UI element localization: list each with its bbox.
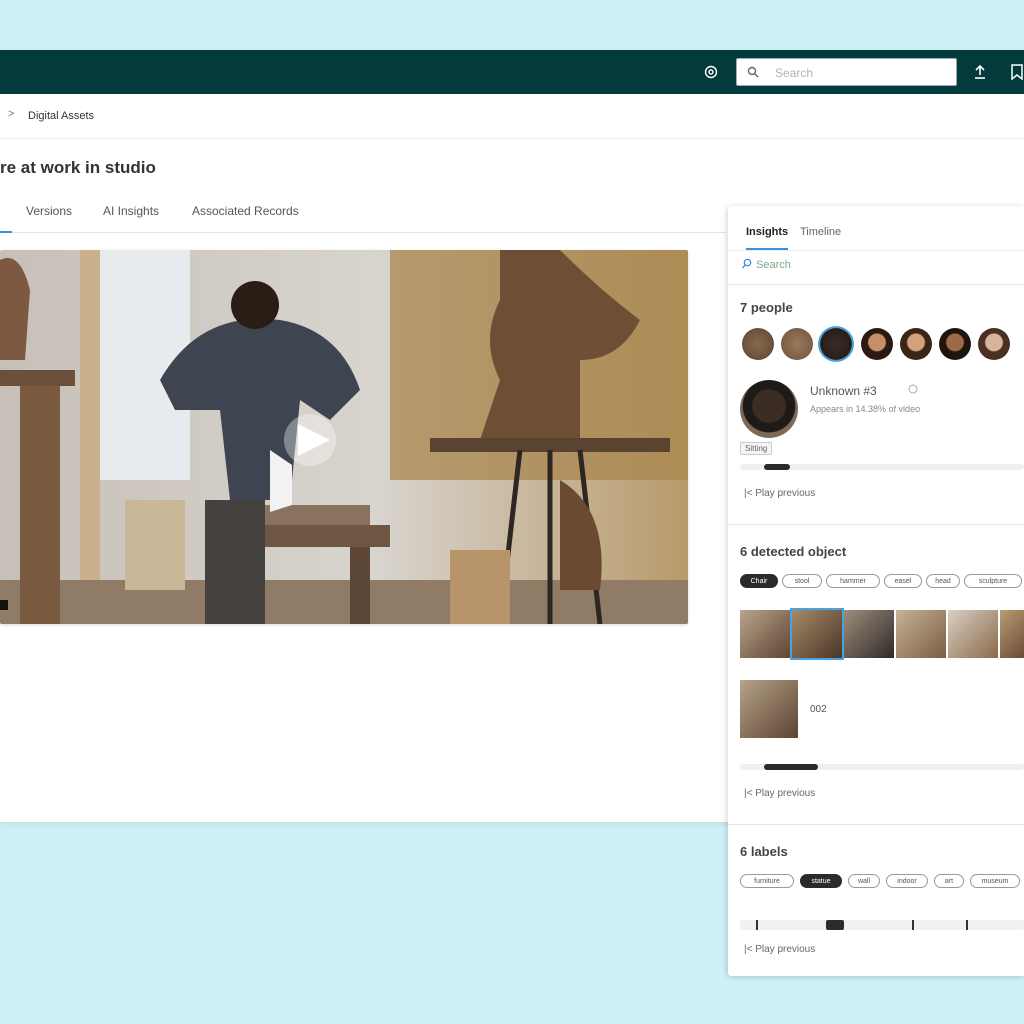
- object-chip-head[interactable]: head: [926, 574, 960, 588]
- timeline-segment[interactable]: [764, 464, 790, 470]
- selected-object-label[interactable]: 002: [810, 704, 827, 715]
- breadcrumb-item[interactable]: Digital Assets: [28, 110, 94, 122]
- search-icon: [741, 258, 752, 269]
- person-thumbnail-selected[interactable]: [820, 328, 852, 360]
- panel-search-label: Search: [756, 259, 791, 271]
- panel-tab-timeline[interactable]: Timeline: [800, 226, 841, 238]
- tab-versions[interactable]: Versions: [26, 204, 72, 218]
- panel-tab-insights[interactable]: Insights: [746, 226, 788, 238]
- label-chip-art[interactable]: art: [934, 874, 964, 888]
- settings-icon[interactable]: [704, 65, 718, 79]
- selected-person-name[interactable]: Unknown #3: [810, 384, 877, 398]
- info-icon[interactable]: [908, 384, 918, 394]
- timeline-tick[interactable]: [756, 920, 758, 930]
- label-chip-wall[interactable]: wall: [848, 874, 880, 888]
- person-thumbnail[interactable]: [900, 328, 932, 360]
- timeline-tick[interactable]: [966, 920, 968, 930]
- page-title: re at work in studio: [0, 158, 156, 177]
- labels-title: 6 labels: [740, 844, 788, 859]
- object-chip-hammer[interactable]: hammer: [826, 574, 880, 588]
- tab-ai-insights[interactable]: AI Insights: [103, 204, 159, 218]
- selected-person-avatar: [740, 380, 798, 438]
- people-timeline[interactable]: [740, 464, 1024, 470]
- search-input[interactable]: [773, 64, 947, 82]
- panel-search[interactable]: Search: [741, 258, 791, 271]
- search-box[interactable]: [736, 58, 957, 86]
- object-chip-stool[interactable]: stool: [782, 574, 822, 588]
- chevron-right-icon: >: [8, 108, 15, 120]
- top-bar: [0, 50, 1024, 94]
- label-chip-statue[interactable]: statue: [800, 874, 842, 888]
- divider: [728, 824, 1024, 825]
- bookmark-icon[interactable]: [1010, 64, 1024, 80]
- video-frame: [0, 250, 688, 624]
- person-tag: Sitting: [740, 442, 773, 455]
- upload-icon[interactable]: [973, 64, 987, 80]
- breadcrumb: > Digital Assets: [0, 94, 1024, 139]
- label-chip-furniture[interactable]: furniture: [740, 874, 794, 888]
- object-thumbnail[interactable]: [844, 610, 894, 658]
- object-thumbnail[interactable]: [948, 610, 998, 658]
- people-play-previous[interactable]: |< Play previous: [744, 488, 815, 499]
- object-thumbnail[interactable]: [1000, 610, 1024, 658]
- video-player[interactable]: [0, 250, 688, 624]
- timeline-tick[interactable]: [912, 920, 914, 930]
- insights-panel: Insights Timeline Search 7 people Unknow…: [728, 206, 1024, 976]
- objects-play-previous[interactable]: |< Play previous: [744, 788, 815, 799]
- object-chip-easel[interactable]: easel: [884, 574, 922, 588]
- object-thumbnail[interactable]: [896, 610, 946, 658]
- object-chip-chair[interactable]: Chair: [740, 574, 778, 588]
- search-icon: [747, 66, 759, 78]
- object-thumbnail[interactable]: [740, 610, 790, 658]
- timeline-segment[interactable]: [826, 920, 844, 930]
- person-thumbnail[interactable]: [781, 328, 813, 360]
- divider: [728, 284, 1024, 285]
- person-thumbnail[interactable]: [978, 328, 1010, 360]
- person-thumbnail[interactable]: [742, 328, 774, 360]
- panel-tabs-divider: [728, 250, 1024, 251]
- timeline-segment[interactable]: [764, 764, 818, 770]
- people-title: 7 people: [740, 300, 793, 315]
- selected-object-image: [740, 680, 798, 738]
- label-chip-museum[interactable]: museum: [970, 874, 1020, 888]
- objects-title: 6 detected object: [740, 544, 847, 559]
- person-thumbnail[interactable]: [939, 328, 971, 360]
- object-thumbnail-selected[interactable]: [792, 610, 842, 658]
- tab-associated-records[interactable]: Associated Records: [192, 204, 299, 218]
- active-tab-indicator: [0, 231, 12, 233]
- object-chip-sculpture[interactable]: sculpture: [964, 574, 1022, 588]
- person-thumbnail[interactable]: [861, 328, 893, 360]
- divider: [728, 524, 1024, 525]
- selected-person-appearance: Appears in 14.38% of video: [810, 404, 921, 414]
- labels-play-previous[interactable]: |< Play previous: [744, 944, 815, 955]
- labels-timeline[interactable]: [740, 920, 1024, 930]
- asset-tabs: Versions AI Insights Associated Records: [0, 200, 726, 233]
- objects-timeline[interactable]: [740, 764, 1024, 770]
- label-chip-indoor[interactable]: indoor: [886, 874, 928, 888]
